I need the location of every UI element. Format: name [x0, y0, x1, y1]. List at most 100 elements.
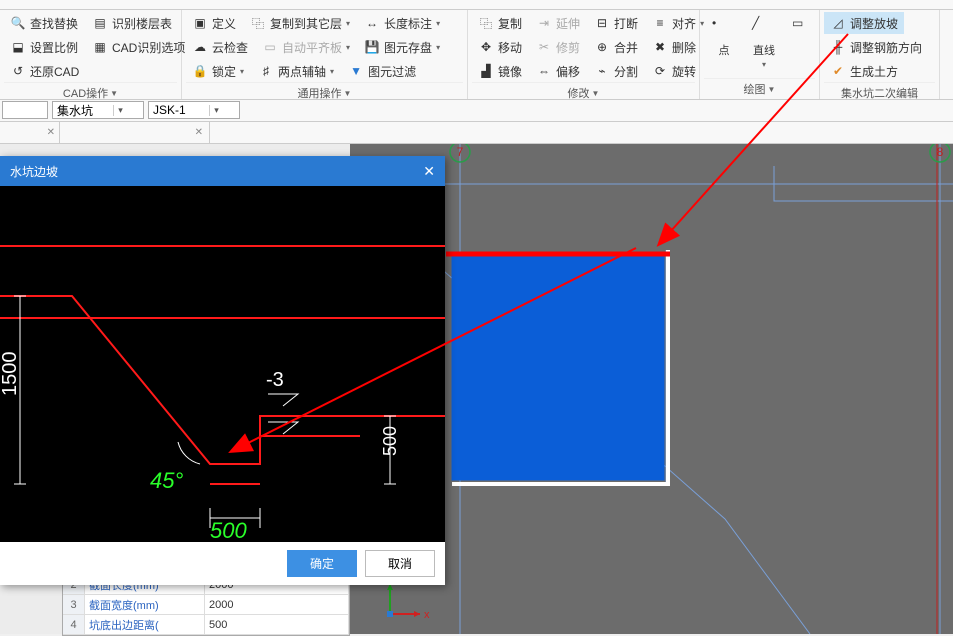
row-index: 3: [63, 595, 85, 614]
group-label-sump: 集水坑二次编辑: [824, 82, 935, 103]
rect-button[interactable]: ▭: [784, 12, 824, 78]
line-button[interactable]: ╱ 直线 ▾: [744, 12, 784, 78]
row-index: 4: [63, 615, 85, 634]
define-button[interactable]: ▣定义: [186, 12, 242, 34]
define-icon: ▣: [192, 15, 208, 31]
chevron-down-icon: ▾: [762, 60, 766, 69]
rotate-button[interactable]: ⟳旋转: [646, 60, 702, 82]
cad-options-button[interactable]: ▦CAD识别选项: [86, 36, 191, 58]
dialog-title-text: 水坑边坡: [10, 163, 58, 180]
element-filter-button[interactable]: ▼图元过滤: [342, 60, 422, 82]
point-button[interactable]: • 点: [704, 12, 744, 78]
copy-button[interactable]: ⿻复制: [472, 12, 528, 34]
trim-button: ✂修剪: [530, 36, 586, 58]
split-icon: ⌁: [594, 63, 610, 79]
element-save-button[interactable]: 💾图元存盘▾: [358, 36, 446, 58]
tab-close-1[interactable]: ✕: [43, 127, 59, 138]
extend-button: ⇥延伸: [530, 12, 586, 34]
cancel-button[interactable]: 取消: [365, 550, 435, 577]
merge-icon: ⊕: [594, 39, 610, 55]
ribbon: 🔍查找替换 ▤识别楼层表 ⬓设置比例 ▦CAD识别选项 ↺还原CAD CAD操作…: [0, 10, 953, 100]
move-button[interactable]: ✥移动: [472, 36, 528, 58]
close-icon[interactable]: ✕: [423, 163, 435, 180]
restore-icon: ↺: [10, 63, 26, 79]
ribbon-group-draw: • 点 ╱ 直线 ▾ ▭ 绘图▼: [700, 10, 820, 99]
cloud-icon: ☁: [192, 39, 208, 55]
rebar-icon: ╫: [830, 39, 846, 55]
tab-2[interactable]: ✕: [60, 122, 210, 143]
break-icon: ⊟: [594, 15, 610, 31]
dialog-titlebar[interactable]: 水坑边坡 ✕: [0, 156, 445, 186]
gear-icon: ▦: [92, 39, 108, 55]
svg-text:7: 7: [457, 145, 464, 159]
svg-text:8: 8: [937, 145, 944, 159]
row-value[interactable]: 500: [205, 615, 349, 634]
ribbon-group-cad: 🔍查找替换 ▤识别楼层表 ⬓设置比例 ▦CAD识别选项 ↺还原CAD CAD操作…: [0, 10, 182, 99]
combo-3[interactable]: ▾: [148, 101, 240, 119]
ribbon-group-modify: ⿻复制 ⇥延伸 ⊟打断 ≡对齐▾ ✥移动 ✂修剪 ⊕合并 ✖删除 ▟镜像 ⇔偏移…: [468, 10, 700, 99]
group-label-modify[interactable]: 修改▼: [472, 82, 695, 103]
dimension-icon: ↔: [364, 15, 380, 31]
offset-icon: ⇔: [536, 63, 552, 79]
merge-button[interactable]: ⊕合并: [588, 36, 644, 58]
adjust-rebar-button[interactable]: ╫调整钢筋方向: [824, 36, 928, 58]
set-scale-button[interactable]: ⬓设置比例: [4, 36, 84, 58]
copy-icon: ⿻: [478, 15, 494, 31]
aux-axis-button[interactable]: ♯两点辅轴▾: [252, 60, 340, 82]
mirror-icon: ▟: [478, 63, 494, 79]
mirror-button[interactable]: ▟镜像: [472, 60, 528, 82]
length-dim-button[interactable]: ↔长度标注▾: [358, 12, 446, 34]
combo-3-input[interactable]: [149, 103, 209, 117]
layer-table-button[interactable]: ▤识别楼层表: [86, 12, 178, 34]
point-icon: •: [712, 16, 736, 40]
restore-cad-button[interactable]: ↺还原CAD: [4, 60, 85, 82]
find-replace-button[interactable]: 🔍查找替换: [4, 12, 84, 34]
break-button[interactable]: ⊟打断: [588, 12, 644, 34]
group-label-draw[interactable]: 绘图▼: [704, 78, 815, 99]
row-name: 截面宽度(mm): [85, 595, 205, 614]
search-icon: 🔍: [10, 15, 26, 31]
row-value[interactable]: 2000: [205, 595, 349, 614]
offset-button[interactable]: ⇔偏移: [530, 60, 586, 82]
chevron-down-icon[interactable]: ▾: [113, 105, 127, 116]
combo-1[interactable]: ▾: [2, 101, 48, 119]
dialog-footer: 确定 取消: [0, 542, 445, 585]
lock-icon: 🔒: [192, 63, 208, 79]
lock-button[interactable]: 🔒锁定▾: [186, 60, 250, 82]
chevron-down-icon: ▼: [592, 89, 600, 98]
table-row[interactable]: 3 截面宽度(mm) 2000: [63, 595, 349, 615]
line-icon: ╱: [752, 16, 776, 40]
group-label-cad[interactable]: CAD操作▼: [4, 82, 177, 103]
table-row[interactable]: 4 坑底出边距离( 500: [63, 615, 349, 635]
check-icon: ✔: [830, 63, 846, 79]
axis-icon: ♯: [258, 63, 274, 79]
copy-layer-button[interactable]: ⿻复制到其它层▾: [244, 12, 356, 34]
ribbon-group-general: ▣定义 ⿻复制到其它层▾ ↔长度标注▾ ☁云检查 ▭自动平齐板▾ 💾图元存盘▾ …: [182, 10, 468, 99]
level-icon: ▭: [262, 39, 278, 55]
cloud-check-button[interactable]: ☁云检查: [186, 36, 254, 58]
svg-text:45°: 45°: [150, 468, 183, 493]
tab-close-2[interactable]: ✕: [195, 127, 203, 138]
svg-text:x: x: [424, 609, 430, 621]
ok-button[interactable]: 确定: [287, 550, 357, 577]
group-label-general[interactable]: 通用操作▼: [186, 82, 463, 103]
delete-button[interactable]: ✖删除: [646, 36, 702, 58]
rotate-icon: ⟳: [652, 63, 668, 79]
adjust-slope-button[interactable]: ◿调整放坡: [824, 12, 904, 34]
chevron-down-icon[interactable]: ▾: [209, 105, 223, 116]
table-icon: ▤: [92, 15, 108, 31]
tab-strip: ✕ ✕: [0, 122, 953, 144]
ribbon-group-sump: ◿调整放坡 ╫调整钢筋方向 ✔生成土方 集水坑二次编辑: [820, 10, 940, 99]
filter-icon: ▼: [348, 63, 364, 79]
save-icon: 💾: [364, 39, 380, 55]
auto-level-button: ▭自动平齐板▾: [256, 36, 356, 58]
split-button[interactable]: ⌁分割: [588, 60, 644, 82]
trim-icon: ✂: [536, 39, 552, 55]
delete-icon: ✖: [652, 39, 668, 55]
copy-icon: ⿻: [250, 15, 266, 31]
combo-row: ▾ ▾ ▾: [0, 100, 953, 122]
menubar: [0, 0, 953, 10]
earthwork-button[interactable]: ✔生成土方: [824, 60, 904, 82]
combo-2-input[interactable]: [53, 103, 113, 117]
combo-2[interactable]: ▾: [52, 101, 144, 119]
